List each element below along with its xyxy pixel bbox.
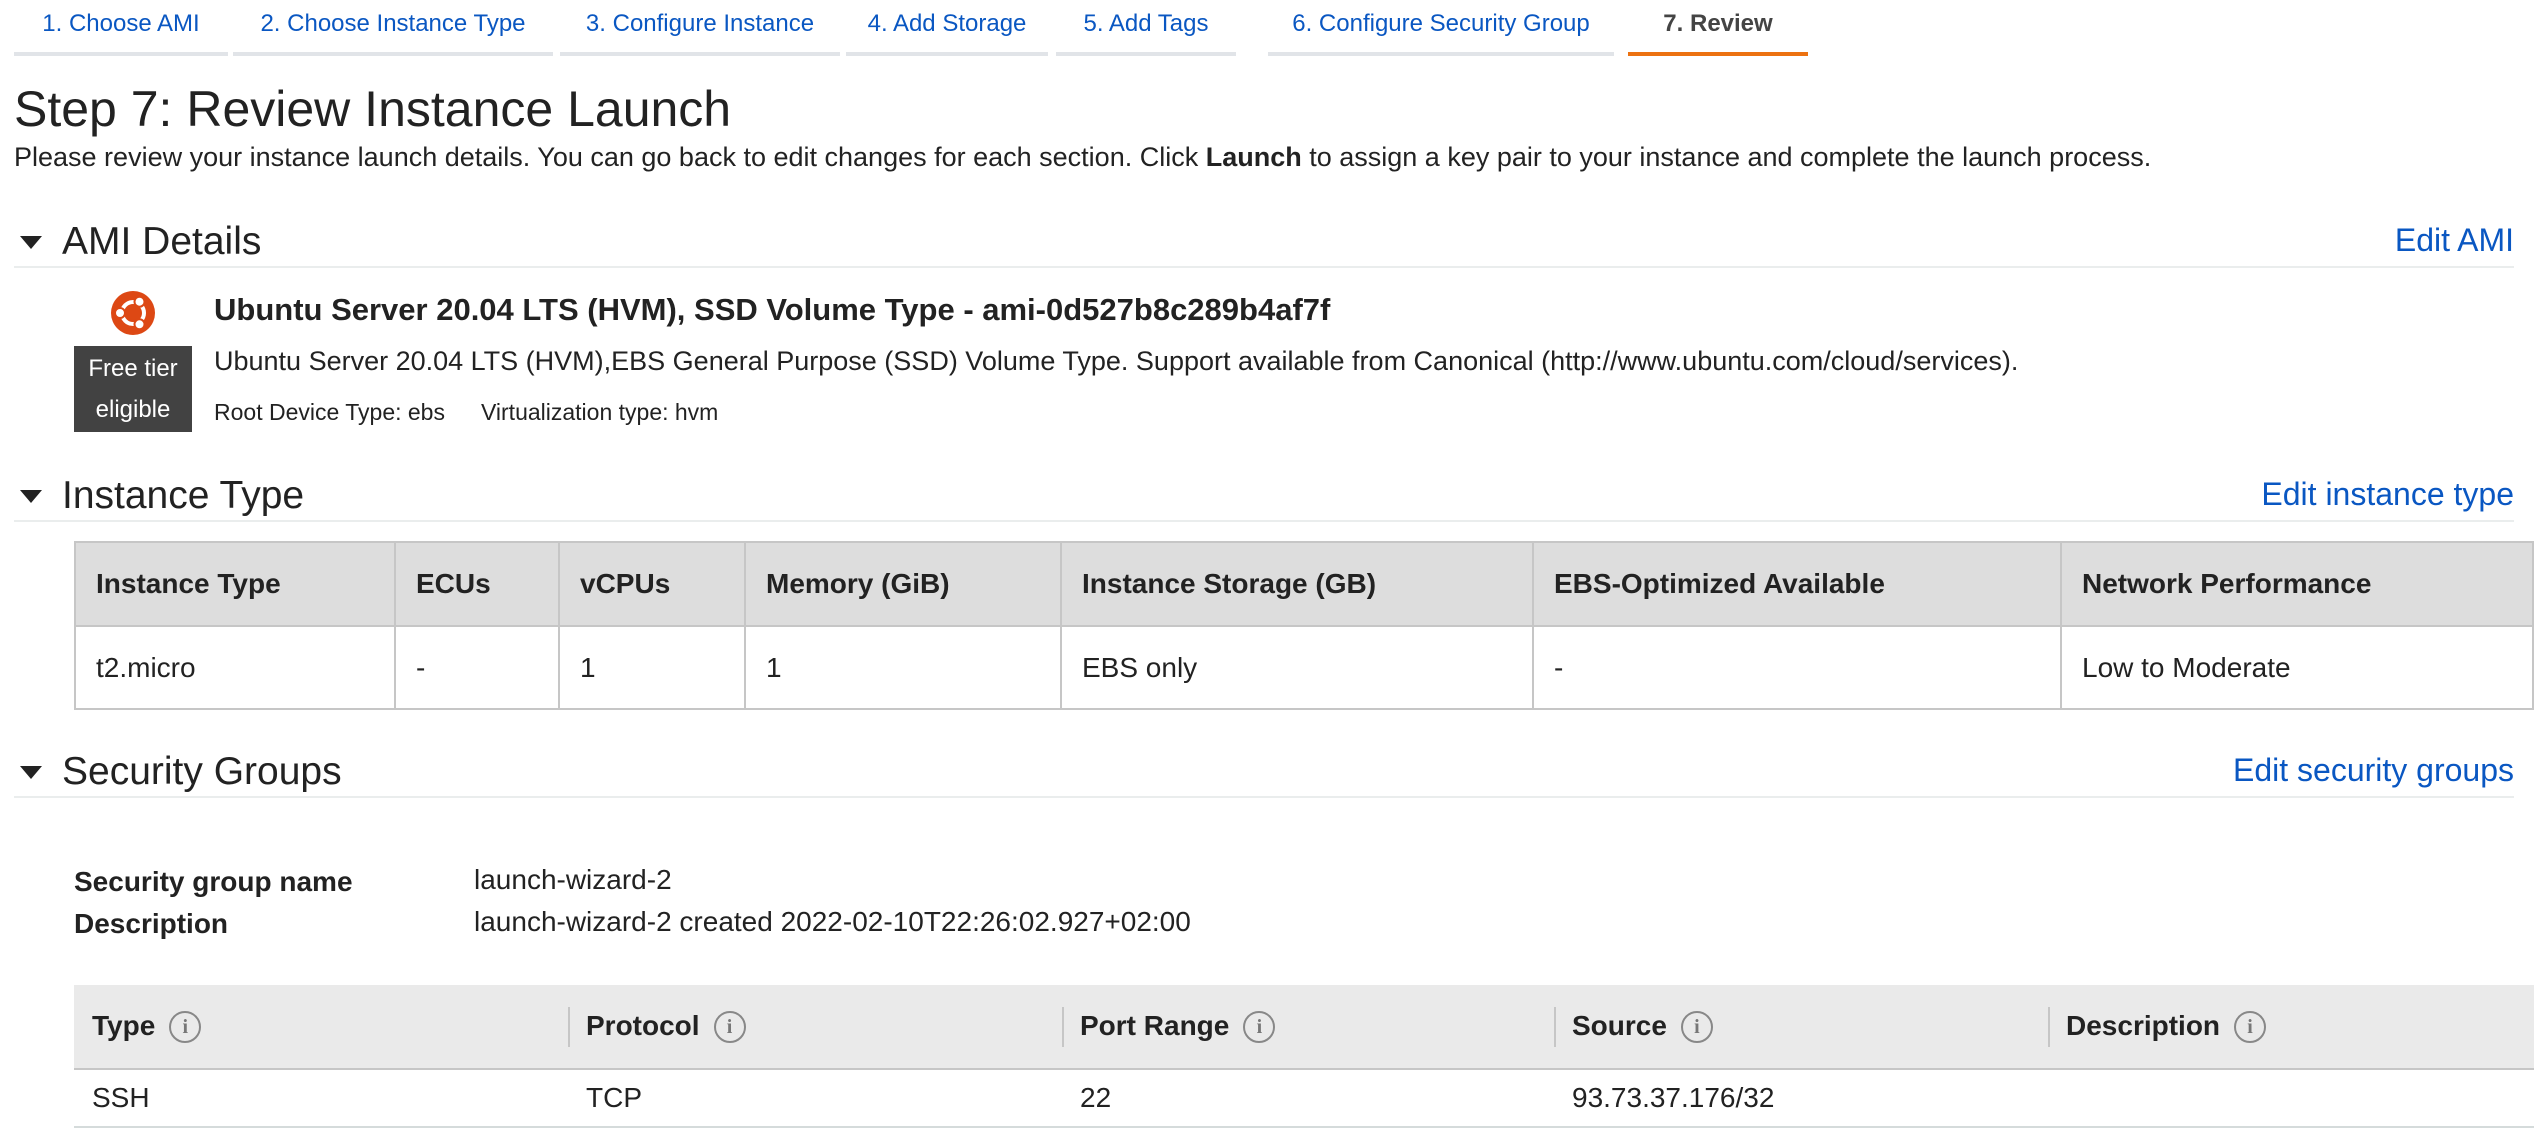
ami-meta: Root Device Type: ebs Virtualization type… bbox=[214, 399, 718, 426]
free-tier-badge-line2: eligible bbox=[95, 396, 171, 423]
security-group-name-value: launch-wizard-2 bbox=[474, 864, 672, 895]
security-groups-header[interactable]: Security Groups Edit security groups bbox=[14, 748, 2514, 798]
column-header-label: Source bbox=[1572, 1009, 1667, 1041]
intro-text-before: Please review your instance launch detai… bbox=[14, 142, 1206, 172]
ami-description: Ubuntu Server 20.04 LTS (HVM),EBS Genera… bbox=[214, 346, 2019, 376]
column-header: EBS-Optimized Available bbox=[1532, 541, 2062, 627]
security-groups-title: Security Groups bbox=[62, 750, 342, 793]
table-cell: - bbox=[1532, 625, 2062, 710]
column-header: Instance Type bbox=[74, 541, 396, 627]
edit-ami-link[interactable]: Edit AMI bbox=[2395, 222, 2514, 259]
column-header-protocol[interactable]: Protocol i bbox=[568, 985, 1062, 1070]
tab-configure-instance[interactable]: 3. Configure Instance bbox=[560, 0, 840, 56]
table-cell: EBS only bbox=[1060, 625, 1534, 710]
edit-instance-type-link[interactable]: Edit instance type bbox=[2261, 476, 2514, 513]
collapse-caret-icon[interactable] bbox=[20, 766, 42, 779]
intro-text-after: to assign a key pair to your instance an… bbox=[1301, 142, 2152, 172]
ami-details-header[interactable]: AMI Details Edit AMI bbox=[14, 218, 2514, 268]
instance-type-header[interactable]: Instance Type Edit instance type bbox=[14, 472, 2514, 522]
table-cell bbox=[2048, 1069, 2534, 1128]
page-intro: Please review your instance launch detai… bbox=[14, 142, 2151, 173]
security-group-rules-table: Type i Protocol i Port Range i Source i Desc… bbox=[74, 985, 2534, 1128]
edit-security-groups-link[interactable]: Edit security groups bbox=[2233, 752, 2514, 789]
table-cell: TCP bbox=[568, 1069, 1062, 1128]
column-header-label: Description bbox=[2066, 1009, 2221, 1041]
column-header-label: Port Range bbox=[1080, 1009, 1230, 1041]
table-cell: 22 bbox=[1062, 1069, 1554, 1128]
column-header-type[interactable]: Type i bbox=[74, 985, 568, 1070]
column-header-description[interactable]: Description i bbox=[2048, 985, 2534, 1070]
virtualization-type: Virtualization type: hvm bbox=[480, 399, 719, 425]
page-title: Step 7: Review Instance Launch bbox=[14, 81, 732, 137]
column-header: Memory (GiB) bbox=[744, 541, 1062, 627]
collapse-caret-icon[interactable] bbox=[20, 236, 42, 249]
table-cell: 1 bbox=[744, 625, 1062, 710]
intro-launch-word: Launch bbox=[1205, 142, 1302, 172]
column-header-port-range[interactable]: Port Range i bbox=[1062, 985, 1554, 1070]
table-row: t2.micro - 1 1 EBS only - Low to Moderat… bbox=[74, 625, 2534, 710]
collapse-caret-icon[interactable] bbox=[20, 490, 42, 503]
table-cell: 93.73.37.176/32 bbox=[1554, 1069, 2048, 1128]
column-header-label: Type bbox=[92, 1009, 156, 1041]
ami-name: Ubuntu Server 20.04 LTS (HVM), SSD Volum… bbox=[214, 292, 1331, 327]
security-group-description-value: launch-wizard-2 created 2022-02-10T22:26… bbox=[474, 906, 1191, 937]
table-cell: Low to Moderate bbox=[2060, 625, 2534, 710]
column-header: Network Performance bbox=[2060, 541, 2534, 627]
table-cell: 1 bbox=[558, 625, 746, 710]
root-device-type: Root Device Type: ebs bbox=[214, 399, 445, 425]
table-cell: SSH bbox=[74, 1069, 568, 1128]
info-icon[interactable]: i bbox=[169, 1011, 202, 1044]
tab-choose-instance-type[interactable]: 2. Choose Instance Type bbox=[233, 0, 553, 56]
free-tier-badge: Free tier eligible bbox=[74, 346, 192, 432]
tab-add-tags[interactable]: 5. Add Tags bbox=[1056, 0, 1236, 56]
tab-choose-ami[interactable]: 1. Choose AMI bbox=[14, 0, 228, 56]
column-header: ECUs bbox=[394, 541, 560, 627]
ami-details-title: AMI Details bbox=[62, 220, 262, 263]
tab-add-storage[interactable]: 4. Add Storage bbox=[846, 0, 1048, 56]
column-header: vCPUs bbox=[558, 541, 746, 627]
table-header-row: Type i Protocol i Port Range i Source i Desc… bbox=[74, 985, 2534, 1070]
info-icon[interactable]: i bbox=[713, 1011, 746, 1044]
column-header-label: Protocol bbox=[586, 1009, 700, 1041]
table-cell: - bbox=[394, 625, 560, 710]
info-icon[interactable]: i bbox=[1243, 1011, 1276, 1044]
table-row: SSH TCP 22 93.73.37.176/32 bbox=[74, 1069, 2534, 1128]
instance-type-table: Instance Type ECUs vCPUs Memory (GiB) In… bbox=[74, 541, 2534, 710]
ubuntu-logo-icon bbox=[111, 291, 155, 335]
instance-type-title: Instance Type bbox=[62, 474, 305, 517]
security-group-description-label: Description bbox=[74, 908, 229, 939]
table-header-row: Instance Type ECUs vCPUs Memory (GiB) In… bbox=[74, 541, 2534, 627]
tab-configure-security-group[interactable]: 6. Configure Security Group bbox=[1268, 0, 1614, 56]
free-tier-badge-line1: Free tier bbox=[88, 355, 178, 382]
security-group-name-label: Security group name bbox=[74, 866, 353, 897]
info-icon[interactable]: i bbox=[2234, 1011, 2267, 1044]
tab-review[interactable]: 7. Review bbox=[1628, 0, 1808, 56]
table-cell: t2.micro bbox=[74, 625, 396, 710]
info-icon[interactable]: i bbox=[1680, 1011, 1713, 1044]
column-header-source[interactable]: Source i bbox=[1554, 985, 2048, 1070]
column-header: Instance Storage (GB) bbox=[1060, 541, 1534, 627]
